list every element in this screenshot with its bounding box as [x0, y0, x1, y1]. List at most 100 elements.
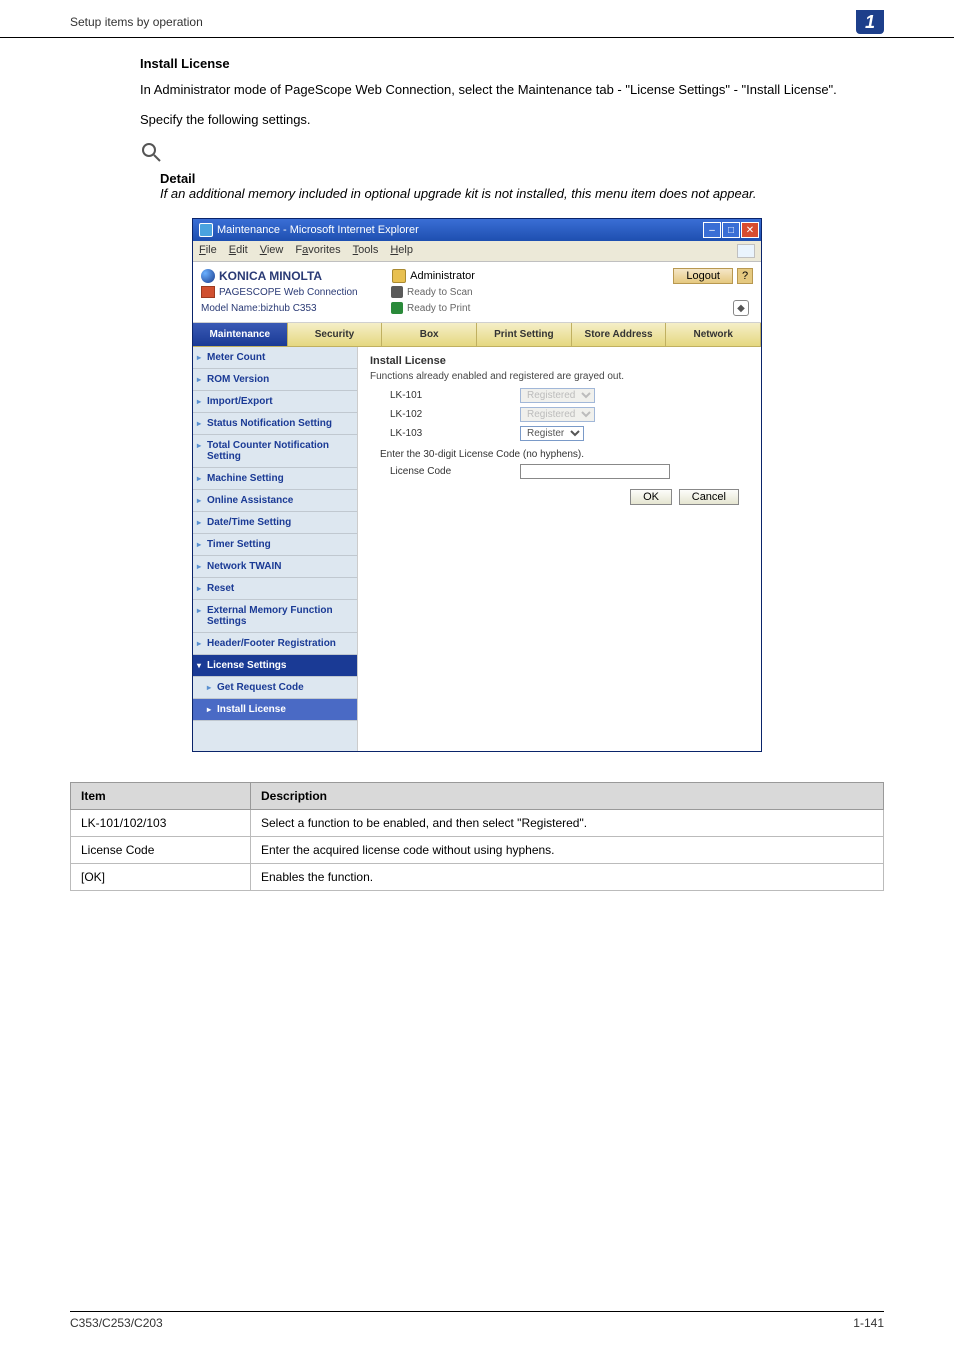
menu-tools[interactable]: Tools — [353, 244, 379, 258]
cell-item: [OK] — [71, 864, 251, 891]
button-row: OK Cancel — [370, 489, 749, 505]
status-area: PAGESCOPE Web Connection Ready to Scan M… — [193, 284, 761, 323]
table-row: [OK] Enables the function. — [71, 864, 884, 891]
function-label: LK-102 — [370, 409, 520, 420]
col-header-item: Item — [71, 783, 251, 810]
sidebar-item-external-memory[interactable]: External Memory Function Settings — [193, 600, 357, 633]
sidebar-item-header-footer[interactable]: Header/Footer Registration — [193, 633, 357, 655]
sidebar-item-date-time[interactable]: Date/Time Setting — [193, 512, 357, 534]
cell-item: LK-101/102/103 — [71, 810, 251, 837]
function-row-lk101: LK-101 Registered — [370, 388, 749, 403]
sidebar: Meter Count ROM Version Import/Export St… — [193, 347, 358, 751]
sidebar-item-reset[interactable]: Reset — [193, 578, 357, 600]
logout-button[interactable]: Logout — [673, 268, 733, 284]
description-table: Item Description LK-101/102/103 Select a… — [70, 782, 884, 891]
tab-box[interactable]: Box — [382, 323, 477, 347]
page-footer: C353/C253/C203 1-141 — [70, 1311, 884, 1330]
konica-minolta-logo: KONICA MINOLTA — [201, 269, 322, 283]
cell-desc: Select a function to be enabled, and the… — [251, 810, 884, 837]
section-title: Install License — [140, 56, 884, 71]
detail-label: Detail — [160, 171, 884, 186]
close-button[interactable]: ✕ — [741, 222, 759, 238]
app-content: Meter Count ROM Version Import/Export St… — [193, 347, 761, 751]
footer-right: 1-141 — [853, 1316, 884, 1330]
ie-throbber-icon — [737, 244, 755, 258]
sidebar-item-status-notification[interactable]: Status Notification Setting — [193, 413, 357, 435]
section-paragraph-2: Specify the following settings. — [140, 111, 884, 129]
window-controls: – □ ✕ — [703, 222, 759, 238]
browser-window: Maintenance - Microsoft Internet Explore… — [192, 218, 762, 752]
cell-desc: Enter the acquired license code without … — [251, 837, 884, 864]
section-number-badge: 1 — [856, 10, 884, 34]
ok-button[interactable]: OK — [630, 489, 672, 505]
sidebar-item-total-counter-notification[interactable]: Total Counter Notification Setting — [193, 435, 357, 468]
sidebar-sub-install-license[interactable]: Install License — [193, 699, 357, 721]
table-row: LK-101/102/103 Select a function to be e… — [71, 810, 884, 837]
brand-label: KONICA MINOLTA — [219, 269, 322, 283]
print-icon — [391, 302, 403, 314]
sidebar-item-network-twain[interactable]: Network TWAIN — [193, 556, 357, 578]
menu-file[interactable]: File — [199, 244, 217, 258]
function-label: LK-101 — [370, 390, 520, 401]
ie-icon — [199, 223, 213, 237]
sidebar-item-machine-setting[interactable]: Machine Setting — [193, 468, 357, 490]
tab-security[interactable]: Security — [288, 323, 383, 347]
sidebar-item-rom-version[interactable]: ROM Version — [193, 369, 357, 391]
help-button[interactable]: ? — [737, 268, 753, 284]
globe-icon — [201, 269, 215, 283]
section-paragraph-1: In Administrator mode of PageScope Web C… — [140, 81, 884, 99]
function-select-lk102: Registered — [520, 407, 595, 422]
status-indicator-icon: ◆ — [733, 300, 749, 316]
license-code-label: License Code — [390, 466, 520, 477]
menu-view[interactable]: View — [260, 244, 284, 258]
tab-maintenance[interactable]: Maintenance — [193, 323, 288, 347]
maximize-button[interactable]: □ — [722, 222, 740, 238]
tab-network[interactable]: Network — [666, 323, 761, 347]
browser-titlebar: Maintenance - Microsoft Internet Explore… — [193, 219, 761, 241]
sidebar-item-license-settings[interactable]: License Settings — [193, 655, 357, 677]
tab-bar: Maintenance Security Box Print Setting S… — [193, 323, 761, 347]
ready-print-label: Ready to Print — [407, 303, 470, 314]
license-code-row: License Code — [390, 464, 749, 479]
sidebar-item-import-export[interactable]: Import/Export — [193, 391, 357, 413]
browser-menubar: File Edit View Favorites Tools Help — [193, 241, 761, 262]
footer-left: C353/C253/C203 — [70, 1316, 163, 1330]
menu-help[interactable]: Help — [390, 244, 413, 258]
grayed-out-note: Functions already enabled and registered… — [370, 371, 749, 382]
ready-scan-label: Ready to Scan — [407, 287, 473, 298]
col-header-description: Description — [251, 783, 884, 810]
app-header-row: KONICA MINOLTA Administrator Logout ? — [193, 262, 761, 284]
minimize-button[interactable]: – — [703, 222, 721, 238]
enter-code-note: Enter the 30-digit License Code (no hyph… — [380, 449, 749, 460]
menu-favorites[interactable]: Favorites — [295, 244, 340, 258]
magnifier-icon — [140, 141, 884, 169]
sidebar-item-timer-setting[interactable]: Timer Setting — [193, 534, 357, 556]
function-row-lk103: LK-103 Register — [370, 426, 749, 441]
scan-icon — [391, 286, 403, 298]
table-row: License Code Enter the acquired license … — [71, 837, 884, 864]
tab-store-address[interactable]: Store Address — [572, 323, 667, 347]
pagescope-label: PAGESCOPE Web Connection — [219, 287, 358, 298]
admin-icon — [392, 269, 406, 283]
function-select-lk103[interactable]: Register — [520, 426, 584, 441]
page-header: Setup items by operation 1 — [0, 0, 954, 38]
detail-text: If an additional memory included in opti… — [160, 186, 884, 203]
window-title: Maintenance - Microsoft Internet Explore… — [217, 224, 419, 236]
admin-label: Administrator — [410, 270, 475, 282]
main-panel: Install License Functions already enable… — [358, 347, 761, 751]
menu-edit[interactable]: Edit — [229, 244, 248, 258]
function-select-lk101: Registered — [520, 388, 595, 403]
model-label: Model Name:bizhub C353 — [201, 303, 317, 314]
function-row-lk102: LK-102 Registered — [370, 407, 749, 422]
breadcrumb: Setup items by operation — [70, 15, 203, 29]
tab-print-setting[interactable]: Print Setting — [477, 323, 572, 347]
sidebar-sub-get-request-code[interactable]: Get Request Code — [193, 677, 357, 699]
pagescope-icon — [201, 286, 215, 298]
sidebar-item-online-assistance[interactable]: Online Assistance — [193, 490, 357, 512]
page-body: Install License In Administrator mode of… — [0, 38, 954, 891]
function-label: LK-103 — [370, 428, 520, 439]
sidebar-item-meter-count[interactable]: Meter Count — [193, 347, 357, 369]
license-code-input[interactable] — [520, 464, 670, 479]
cancel-button[interactable]: Cancel — [679, 489, 739, 505]
panel-heading: Install License — [370, 355, 749, 367]
